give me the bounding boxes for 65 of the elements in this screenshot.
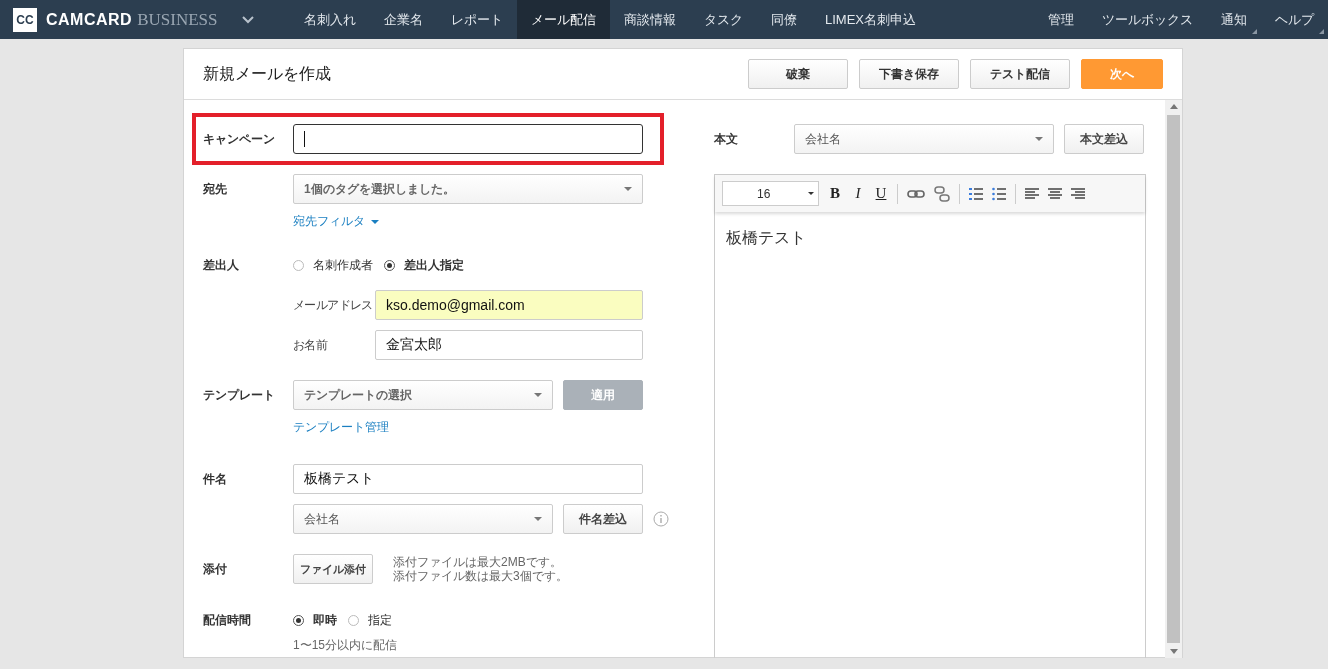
header-button[interactable]: 下書き保存 xyxy=(859,59,959,89)
subject-merge-select[interactable]: 会社名 xyxy=(293,504,553,534)
header-button[interactable]: 破棄 xyxy=(748,59,848,89)
unlink-icon[interactable] xyxy=(934,185,950,202)
name-input-field[interactable]: 金宮太郎 xyxy=(375,330,643,360)
nav-menu-item[interactable]: ツールボックス xyxy=(1088,0,1207,39)
nav-tab[interactable]: 名刺入れ xyxy=(290,0,370,39)
brand-name: CAMCARD xyxy=(46,10,133,29)
field-label: メールアドレス xyxy=(293,296,374,314)
nav-tab[interactable]: 商談情報 xyxy=(610,0,690,39)
attachment-note: 添付ファイル数は最大3個です。 xyxy=(393,569,568,583)
numbered-list-icon[interactable] xyxy=(969,186,983,201)
brand-suffix: BUSINESS xyxy=(137,9,218,30)
nav-tab[interactable]: 同僚 xyxy=(757,0,811,39)
page-title: 新規メールを作成 xyxy=(203,63,331,84)
template-select[interactable]: テンプレートの選択 xyxy=(293,380,553,410)
attachment-note: 添付ファイルは最大2MBです。 xyxy=(393,555,563,569)
bullet-list-icon[interactable] xyxy=(992,186,1006,201)
nav-menu-item[interactable]: 管理 xyxy=(1034,0,1088,39)
field-label: 本文 xyxy=(714,130,739,148)
nav-tab[interactable]: レポート xyxy=(437,0,517,39)
field-label: 差出人 xyxy=(203,257,240,274)
radio-label: 差出人指定 xyxy=(404,257,464,274)
recipient-select[interactable]: 1個のタグを選択しました。 xyxy=(293,174,643,204)
attach-file-button[interactable]: ファイル添付 xyxy=(293,554,373,584)
underline-button[interactable]: U xyxy=(874,185,888,202)
field-label: お名前 xyxy=(293,336,329,354)
field-label: 配信時間 xyxy=(203,612,252,629)
italic-button[interactable]: I xyxy=(851,185,865,202)
chevron-down-icon[interactable] xyxy=(242,15,255,24)
recipient-filter-link[interactable]: 宛先フィルタ xyxy=(293,213,379,230)
scrollbar[interactable] xyxy=(1165,100,1182,658)
template-manage-link[interactable]: テンプレート管理 xyxy=(293,419,389,436)
logo-mark: CC xyxy=(13,7,37,32)
field-label: 宛先 xyxy=(203,180,228,198)
field-label: キャンペーン xyxy=(203,130,276,148)
nav-menu-item[interactable]: ヘルプ xyxy=(1261,0,1328,39)
nav-tab[interactable]: メール配信 xyxy=(517,0,610,39)
radio-label: 指定 xyxy=(368,612,392,629)
header-button[interactable]: テスト配信 xyxy=(970,59,1070,89)
font-size-select[interactable]: 16 xyxy=(722,181,819,206)
subject-input-field[interactable]: 板橋テスト xyxy=(293,464,643,494)
delivery-note: 1〜15分以内に配信 xyxy=(293,637,398,654)
bold-button[interactable]: B xyxy=(828,185,842,202)
radio-label: 名刺作成者 xyxy=(313,257,373,274)
body-merge-select[interactable]: 会社名 xyxy=(794,124,1054,154)
align-right-icon[interactable] xyxy=(1071,187,1085,200)
email-body-text[interactable]: 板橋テスト xyxy=(715,212,1145,265)
nav-tab[interactable]: タスク xyxy=(690,0,757,39)
subject-merge-button[interactable]: 件名差込 xyxy=(563,504,643,534)
field-label: 件名 xyxy=(203,470,228,488)
nav-menu-item[interactable]: 通知 xyxy=(1207,0,1261,39)
body-merge-button[interactable]: 本文差込 xyxy=(1064,124,1144,154)
scroll-down-arrow-icon[interactable] xyxy=(1169,649,1178,654)
campaign-input-field[interactable] xyxy=(293,124,643,154)
align-left-icon[interactable] xyxy=(1025,187,1039,200)
field-label: 添付 xyxy=(203,560,228,578)
radio-label: 即時 xyxy=(313,612,337,629)
link-icon[interactable] xyxy=(907,188,925,199)
nav-tab[interactable]: LIMEX名刺申込 xyxy=(811,0,930,39)
email-input-field[interactable]: kso.demo@gmail.com xyxy=(375,290,643,320)
align-center-icon[interactable] xyxy=(1048,187,1062,200)
scroll-up-arrow-icon[interactable] xyxy=(1169,104,1178,109)
field-label: テンプレート xyxy=(203,386,276,404)
nav-tab[interactable]: 企業名 xyxy=(370,0,437,39)
